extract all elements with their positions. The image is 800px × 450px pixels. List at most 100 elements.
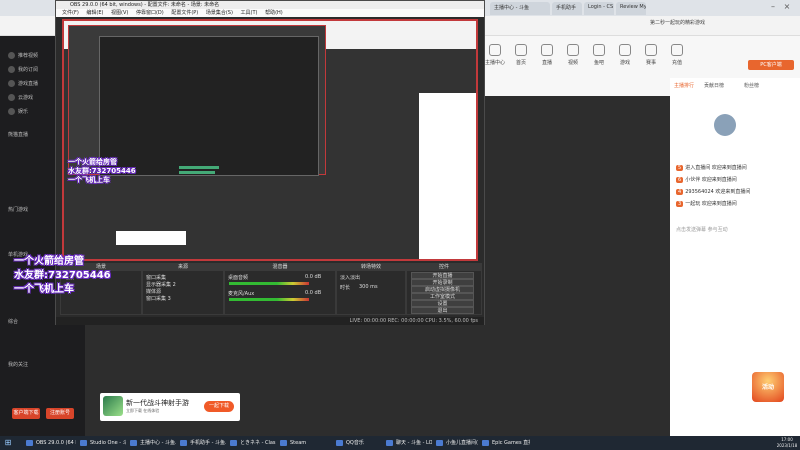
ad-title: 新一代战斗神射手游 (126, 399, 189, 407)
mixer-track-label: 桌面音频 (228, 275, 249, 281)
start-streaming-button[interactable]: 开始直播 (411, 272, 474, 279)
taskbar-item[interactable]: Studio One - 斗鱼... (78, 438, 126, 448)
sidebar-item[interactable]: 娱乐 (8, 108, 28, 118)
sidebar-item[interactable]: 游戏直播 (8, 80, 38, 90)
taskbar-item[interactable]: Steam (278, 438, 308, 448)
taskbar-item[interactable]: QQ音乐 (334, 438, 382, 448)
transitions-dock: 转场特效 淡入淡出 时长 300 ms (336, 263, 406, 315)
sidebar-item[interactable]: 我的关注 (8, 361, 28, 371)
nested-overlay-line: 一个飞机上车 (68, 176, 110, 184)
category-label: 充值 (671, 60, 682, 66)
transition-duration-label: 时长 (340, 285, 351, 291)
audio-mixer-dock: 混音器 桌面音频 0.0 dB 麦克风/Aux 0.0 dB (224, 263, 336, 315)
chat-tab[interactable]: 粉丝榜 (744, 82, 759, 89)
menu-item-help[interactable]: 帮助(H) (265, 10, 283, 16)
user-level-badge: 6 (676, 177, 684, 183)
star-icon (8, 66, 15, 73)
close-icon[interactable]: × (780, 2, 794, 14)
nested-meter (179, 166, 219, 169)
dock-title: 转场特效 (337, 264, 405, 271)
sidebar-item[interactable]: 我的订阅 (8, 66, 38, 76)
chat-message: 3 一起玩 欢迎来到直播间 (676, 200, 796, 209)
category-icon (515, 44, 527, 56)
transition-duration[interactable]: 300 ms (359, 284, 378, 291)
music-icon (8, 108, 15, 115)
menu-item-view[interactable]: 视图(V) (111, 10, 128, 16)
nested-ad-card (116, 231, 186, 245)
category-icon (671, 44, 683, 56)
taskbar-item[interactable]: 手机助手 - 斗鱼... (178, 438, 226, 448)
sidebar-item[interactable]: 热门游戏 (8, 206, 28, 216)
register-button[interactable]: 注册账号 (46, 408, 74, 419)
ad-download-button[interactable]: 一起下载 (204, 401, 234, 412)
bookmark-link[interactable]: 第二秒一起玩的精彩游戏 (650, 19, 770, 29)
minimize-icon[interactable]: – (766, 2, 780, 14)
source-item[interactable]: 窗口采集 3 (146, 295, 171, 302)
category-item[interactable]: 充值 (662, 44, 692, 66)
taskbar-item[interactable]: Epic Games 直播 (480, 438, 530, 448)
game-ad-card[interactable]: 新一代战斗神射手游 立即下载 在线体验 一起下载 (100, 393, 240, 421)
overlay-line: 一个火箭给房管 (14, 256, 84, 267)
category-label: 游戏 (619, 60, 630, 66)
sidebar-item[interactable]: 综合 (8, 318, 18, 328)
sidebar-item-label: 娱乐 (18, 109, 29, 115)
chat-tab[interactable]: 贡献日榜 (704, 82, 724, 89)
nested-chat-panel (419, 93, 476, 259)
system-clock[interactable]: 17:00 2023/1/18 (774, 437, 800, 449)
sidebar-item-label: 综合 (8, 319, 19, 325)
windows-start-icon[interactable]: ⊞ (3, 438, 13, 448)
nested-capture: 一个火箭给房管 水友群:732705446 一个飞机上车 (64, 21, 476, 259)
taskbar-item[interactable]: 聊天 - 斗鱼 - LOVE... (384, 438, 432, 448)
obs-title-bar: OBS 29.0.0 (64 bit, windows) - 配置文件: 未命名… (56, 1, 484, 9)
category-icon (541, 44, 553, 56)
pc-client-button[interactable]: PC客户端 (748, 60, 794, 70)
chat-tabs: 主播排行 贡献日榜 粉丝榜 (674, 82, 796, 100)
sidebar-item-label: 游戏直播 (18, 81, 39, 87)
nested-obs-window (68, 25, 326, 176)
streamer-avatar (714, 114, 736, 136)
dock-title: 来源 (143, 264, 223, 271)
mixer-level: 0.0 dB (305, 290, 322, 296)
obs-menubar: 文件(F) 编辑(E) 视图(V) 停靠窗口(D) 配置文件(P) 场景集合(S… (56, 9, 484, 17)
transition-type[interactable]: 淡入淡出 (340, 274, 360, 281)
category-icon (489, 44, 501, 56)
chat-tab[interactable]: 主播排行 (674, 82, 694, 89)
category-icon (619, 44, 631, 56)
start-recording-button[interactable]: 开始录制 (411, 279, 474, 286)
virtual-camera-button[interactable]: 启动虚拟摄像机 (411, 286, 474, 293)
audio-meter (229, 298, 309, 301)
menu-item-edit[interactable]: 编辑(E) (86, 10, 103, 16)
source-item[interactable]: 窗口采集 (146, 274, 166, 281)
sidebar-item-label: 热门游戏 (8, 207, 29, 213)
overlay-line: 水友群:732705446 (14, 270, 111, 281)
menu-item-file[interactable]: 文件(F) (62, 10, 79, 16)
client-download-button[interactable]: 客户端下载 (12, 408, 40, 419)
taskbar-item[interactable]: 主播中心 - 斗鱼... (128, 438, 176, 448)
category-label: 首页 (515, 60, 526, 66)
source-item[interactable]: 显示器采集 2 (146, 281, 176, 288)
obs-docks: 场景 场景 来源 窗口采集 显示器采集 2 媒体源 窗口采集 3 混音器 桌面音… (56, 263, 484, 315)
category-icon (567, 44, 579, 56)
menu-item-docks[interactable]: 停靠窗口(D) (136, 10, 164, 16)
taskbar-item[interactable]: OBS 29.0.0 (64 bit... (24, 438, 76, 448)
settings-button[interactable]: 设置 (411, 300, 474, 307)
sidebar-item[interactable]: 推荐视频 (8, 52, 38, 62)
chat-text: 进入直播间 欢迎来到直播间 (685, 165, 747, 171)
exit-button[interactable]: 退出 (411, 307, 474, 314)
taskbar-item[interactable]: ときネネ - Clas... (228, 438, 276, 448)
obs-window: OBS 29.0.0 (64 bit, windows) - 配置文件: 未命名… (55, 0, 485, 325)
sidebar-item-label: 我的订阅 (18, 67, 39, 73)
sidebar-item[interactable]: 云游戏 (8, 94, 33, 104)
gift-box-icon[interactable]: 活动 (752, 372, 784, 402)
source-item[interactable]: 媒体源 (146, 288, 161, 295)
browser-toolbar-right: 第二秒一起玩的精彩游戏 – × (480, 0, 800, 36)
taskbar-item[interactable]: 小鱼儿直播间(飞) (434, 438, 478, 448)
category-label: 视频 (567, 60, 578, 66)
obs-preview-canvas[interactable]: 一个火箭给房管 水友群:732705446 一个飞机上车 (62, 19, 478, 261)
menu-item-scene-collection[interactable]: 场景集合(S) (206, 10, 233, 16)
menu-item-profile[interactable]: 配置文件(P) (171, 10, 198, 16)
gamepad-icon (8, 80, 15, 87)
menu-item-tools[interactable]: 工具(T) (241, 10, 258, 16)
studio-mode-button[interactable]: 工作室模式 (411, 293, 474, 300)
sidebar-item[interactable]: 熊猫直播 (8, 131, 28, 141)
